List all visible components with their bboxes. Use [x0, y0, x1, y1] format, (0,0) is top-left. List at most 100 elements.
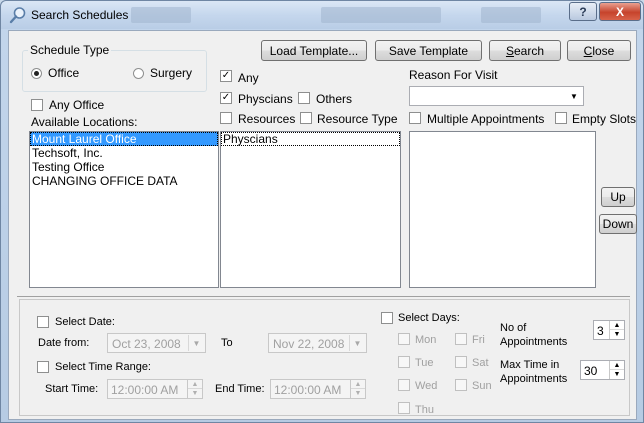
start-time-label: Start Time: — [45, 383, 99, 395]
list-item[interactable]: Physcians — [221, 132, 400, 146]
monday-checkbox[interactable] — [398, 333, 410, 345]
no-of-appointments-value[interactable]: 3 — [597, 324, 604, 338]
reason-for-visit-label: Reason For Visit — [409, 68, 498, 82]
reason-list[interactable] — [409, 131, 596, 288]
sunday-checkbox[interactable] — [455, 379, 467, 391]
list-item[interactable]: Testing Office — [30, 160, 218, 174]
wednesday-label[interactable]: Wed — [415, 380, 437, 392]
date-from-picker[interactable]: Oct 23, 2008 ▼ — [107, 333, 206, 353]
search-mnemonic: S — [505, 43, 514, 58]
select-days-label[interactable]: Select Days: — [398, 312, 460, 324]
spin-down-icon[interactable]: ▼ — [188, 389, 202, 398]
spin-up-icon[interactable]: ▲ — [188, 380, 202, 389]
titlebar-reflection — [321, 7, 441, 23]
office-radio[interactable] — [31, 68, 42, 79]
available-locations-list[interactable]: Mount Laurel Office Techsoft, Inc. Testi… — [29, 131, 219, 288]
surgery-radio[interactable] — [133, 68, 144, 79]
wednesday-checkbox[interactable] — [398, 379, 410, 391]
sunday-label[interactable]: Sun — [472, 380, 492, 392]
help-button[interactable]: ? — [569, 2, 597, 21]
resource-type-label[interactable]: Resource Type — [317, 112, 398, 126]
thursday-label[interactable]: Thu — [415, 404, 434, 416]
end-time-spinner[interactable]: 12:00:00 AM ▲ ▼ — [270, 379, 366, 399]
move-down-button[interactable]: Down — [599, 214, 637, 234]
max-time-value[interactable]: 30 — [584, 364, 597, 378]
list-item[interactable]: CHANGING OFFICE DATA — [30, 174, 218, 188]
start-time-spin-buttons[interactable]: ▲ ▼ — [187, 380, 202, 398]
save-template-button[interactable]: Save Template — [375, 40, 482, 61]
window-close-button[interactable]: X — [599, 2, 641, 21]
friday-checkbox[interactable] — [455, 333, 467, 345]
monday-label[interactable]: Mon — [415, 334, 436, 346]
date-to-value: Nov 22, 2008 — [273, 337, 345, 351]
spin-up-icon[interactable]: ▲ — [610, 361, 624, 370]
empty-slots-label[interactable]: Empty Slots — [572, 112, 636, 126]
titlebar-reflection — [481, 7, 541, 23]
reason-for-visit-dropdown[interactable]: ▼ — [409, 86, 584, 106]
dialog-client-area: Schedule Type Office Surgery Load Templa… — [8, 30, 637, 420]
max-time-label-line2: Appointments — [500, 373, 568, 385]
any-provider-checkbox[interactable]: ✓ — [220, 70, 232, 82]
spin-down-icon[interactable]: ▼ — [610, 330, 624, 339]
others-checkbox[interactable] — [298, 92, 310, 104]
no-of-appointments-spin-buttons[interactable]: ▲ ▼ — [609, 321, 624, 339]
spin-down-icon[interactable]: ▼ — [610, 370, 624, 379]
no-of-appointments-label-line2: Appointments — [500, 336, 568, 348]
tuesday-checkbox[interactable] — [398, 356, 410, 368]
surgery-radio-label[interactable]: Surgery — [150, 66, 192, 80]
empty-slots-checkbox[interactable] — [555, 112, 567, 124]
no-of-appointments-label-line1: No of — [500, 322, 527, 334]
search-button[interactable]: Search — [489, 40, 561, 61]
end-time-spin-buttons[interactable]: ▲ ▼ — [350, 380, 365, 398]
no-of-appointments-spinner[interactable]: 3 ▲ ▼ — [593, 320, 625, 340]
resources-label[interactable]: Resources — [238, 112, 295, 126]
thursday-checkbox[interactable] — [398, 402, 410, 414]
select-time-range-checkbox[interactable] — [37, 361, 49, 373]
chevron-down-icon[interactable]: ▼ — [188, 335, 204, 351]
max-time-spinner[interactable]: 30 ▲ ▼ — [580, 360, 625, 380]
search-label-rest: earch — [513, 43, 545, 58]
chevron-down-icon[interactable]: ▼ — [566, 88, 582, 104]
spin-down-icon[interactable]: ▼ — [351, 389, 365, 398]
close-button[interactable]: Close — [567, 40, 631, 61]
title-bar[interactable]: Search Schedules ? X — [1, 1, 643, 29]
multiple-appointments-checkbox[interactable] — [409, 112, 421, 124]
providers-list[interactable]: Physcians — [220, 131, 401, 288]
date-to-label: To — [221, 337, 233, 349]
select-time-range-label[interactable]: Select Time Range: — [55, 361, 151, 373]
select-days-checkbox[interactable] — [381, 312, 393, 324]
list-item[interactable]: Techsoft, Inc. — [30, 146, 218, 160]
any-provider-label[interactable]: Any — [238, 71, 259, 85]
max-time-spin-buttons[interactable]: ▲ ▼ — [609, 361, 624, 379]
search-magnifier-icon — [9, 7, 26, 24]
available-locations-label: Available Locations: — [31, 115, 138, 129]
multiple-appointments-label[interactable]: Multiple Appointments — [427, 112, 544, 126]
office-radio-label[interactable]: Office — [48, 66, 79, 80]
any-office-checkbox[interactable] — [31, 99, 43, 111]
spin-up-icon[interactable]: ▲ — [610, 321, 624, 330]
resources-checkbox[interactable] — [220, 112, 232, 124]
panel-separator — [17, 296, 630, 297]
physicians-checkbox[interactable]: ✓ — [220, 92, 232, 104]
close-label-rest: lose — [592, 43, 615, 58]
load-template-button[interactable]: Load Template... — [261, 40, 367, 61]
select-date-checkbox[interactable] — [37, 316, 49, 328]
schedule-type-legend: Schedule Type — [28, 43, 112, 57]
select-date-label[interactable]: Select Date: — [55, 316, 115, 328]
date-to-picker[interactable]: Nov 22, 2008 ▼ — [268, 333, 367, 353]
saturday-checkbox[interactable] — [455, 356, 467, 368]
others-label[interactable]: Others — [316, 92, 352, 106]
physicians-label[interactable]: Physcians — [238, 92, 293, 106]
end-time-value: 12:00:00 AM — [274, 383, 342, 397]
chevron-down-icon[interactable]: ▼ — [349, 335, 365, 351]
saturday-label[interactable]: Sat — [472, 357, 489, 369]
move-up-button[interactable]: Up — [601, 187, 635, 207]
start-time-spinner[interactable]: 12:00:00 AM ▲ ▼ — [107, 379, 203, 399]
list-item[interactable]: Mount Laurel Office — [30, 132, 218, 146]
spin-up-icon[interactable]: ▲ — [351, 380, 365, 389]
max-time-label-line1: Max Time in — [500, 359, 560, 371]
tuesday-label[interactable]: Tue — [415, 357, 434, 369]
friday-label[interactable]: Fri — [472, 334, 485, 346]
resource-type-checkbox[interactable] — [300, 112, 312, 124]
any-office-label[interactable]: Any Office — [49, 98, 104, 112]
